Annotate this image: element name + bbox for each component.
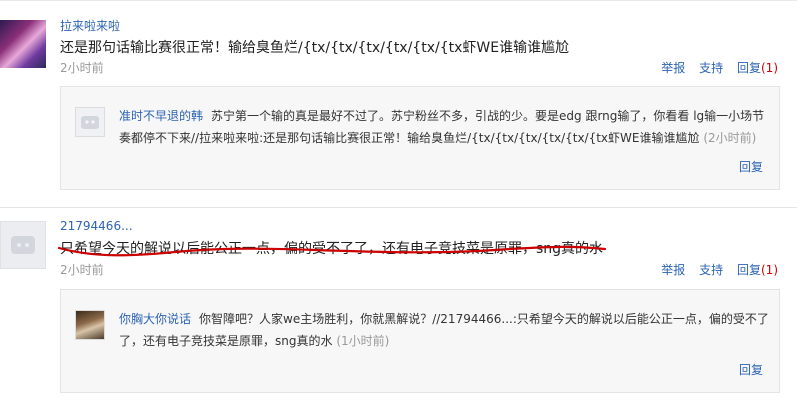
avatar[interactable] (0, 20, 46, 68)
top-divider (0, 0, 797, 1)
reply-username[interactable]: 你胸大你说话 (119, 312, 191, 326)
report-button[interactable]: 举报 (661, 61, 685, 75)
reply-button[interactable]: 回复(1) (737, 263, 778, 277)
report-button[interactable]: 举报 (661, 263, 685, 277)
reply-button[interactable]: 回复(1) (737, 61, 778, 75)
reply-box: 你胸大你说话 你智障吧？人家we主场胜利，你就黑解说？//21794466...:… (60, 289, 780, 393)
reply-time: (1小时前) (336, 334, 390, 348)
default-avatar-icon (11, 236, 35, 254)
comment-time: 2小时前 (60, 61, 104, 75)
reply-avatar[interactable] (75, 107, 105, 137)
reply-count-close: ) (773, 263, 778, 277)
reply-avatar[interactable] (75, 310, 105, 340)
reply-content: 准时不早退的韩 苏宁第一个输的真是最好不过了。苏宁粉丝不多，引战的少。要是edg … (119, 105, 769, 149)
reply-label: 回复 (736, 263, 761, 277)
reply-label: 回复 (736, 61, 761, 75)
reply-content: 你胸大你说话 你智障吧？人家we主场胜利，你就黑解说？//21794466...:… (119, 308, 769, 352)
comment-text: 只希望今天的解说以后能公正一点，偏的受不了了，还有电子竞技菜是原罪，sng真的水 (60, 241, 604, 257)
reply-text: 苏宁第一个输的真是最好不过了。苏宁粉丝不多，引战的少。要是edg 跟rng输了，… (119, 109, 765, 145)
comment-time: 2小时前 (60, 263, 104, 277)
comment-text: 还是那句话输比赛很正常！输给臭鱼烂/{tx/{tx/{tx/{tx/{tx/{t… (60, 40, 570, 56)
comment-actions: 举报 支持 回复(1) (651, 261, 778, 278)
default-avatar-icon (81, 116, 99, 129)
reply-time: (2小时前) (703, 131, 757, 145)
support-button[interactable]: 支持 (699, 61, 723, 75)
reply-username[interactable]: 准时不早退的韩 (119, 109, 203, 123)
reply-box: 准时不早退的韩 苏宁第一个输的真是最好不过了。苏宁粉丝不多，引战的少。要是edg … (60, 86, 780, 190)
comment-divider (0, 207, 797, 208)
reply-reply-button[interactable]: 回复 (739, 158, 763, 175)
reply-reply-button[interactable]: 回复 (739, 361, 763, 378)
avatar[interactable] (0, 221, 46, 269)
reply-count-close: ) (773, 61, 778, 75)
reply-text: 你智障吧？人家we主场胜利，你就黑解说？//21794466...:只希望今天的… (119, 312, 769, 348)
comment-username[interactable]: 拉来啦来啦 (60, 17, 120, 34)
support-button[interactable]: 支持 (699, 263, 723, 277)
comment-username[interactable]: 21794466... (60, 219, 133, 233)
comment-actions: 举报 支持 回复(1) (651, 59, 778, 76)
